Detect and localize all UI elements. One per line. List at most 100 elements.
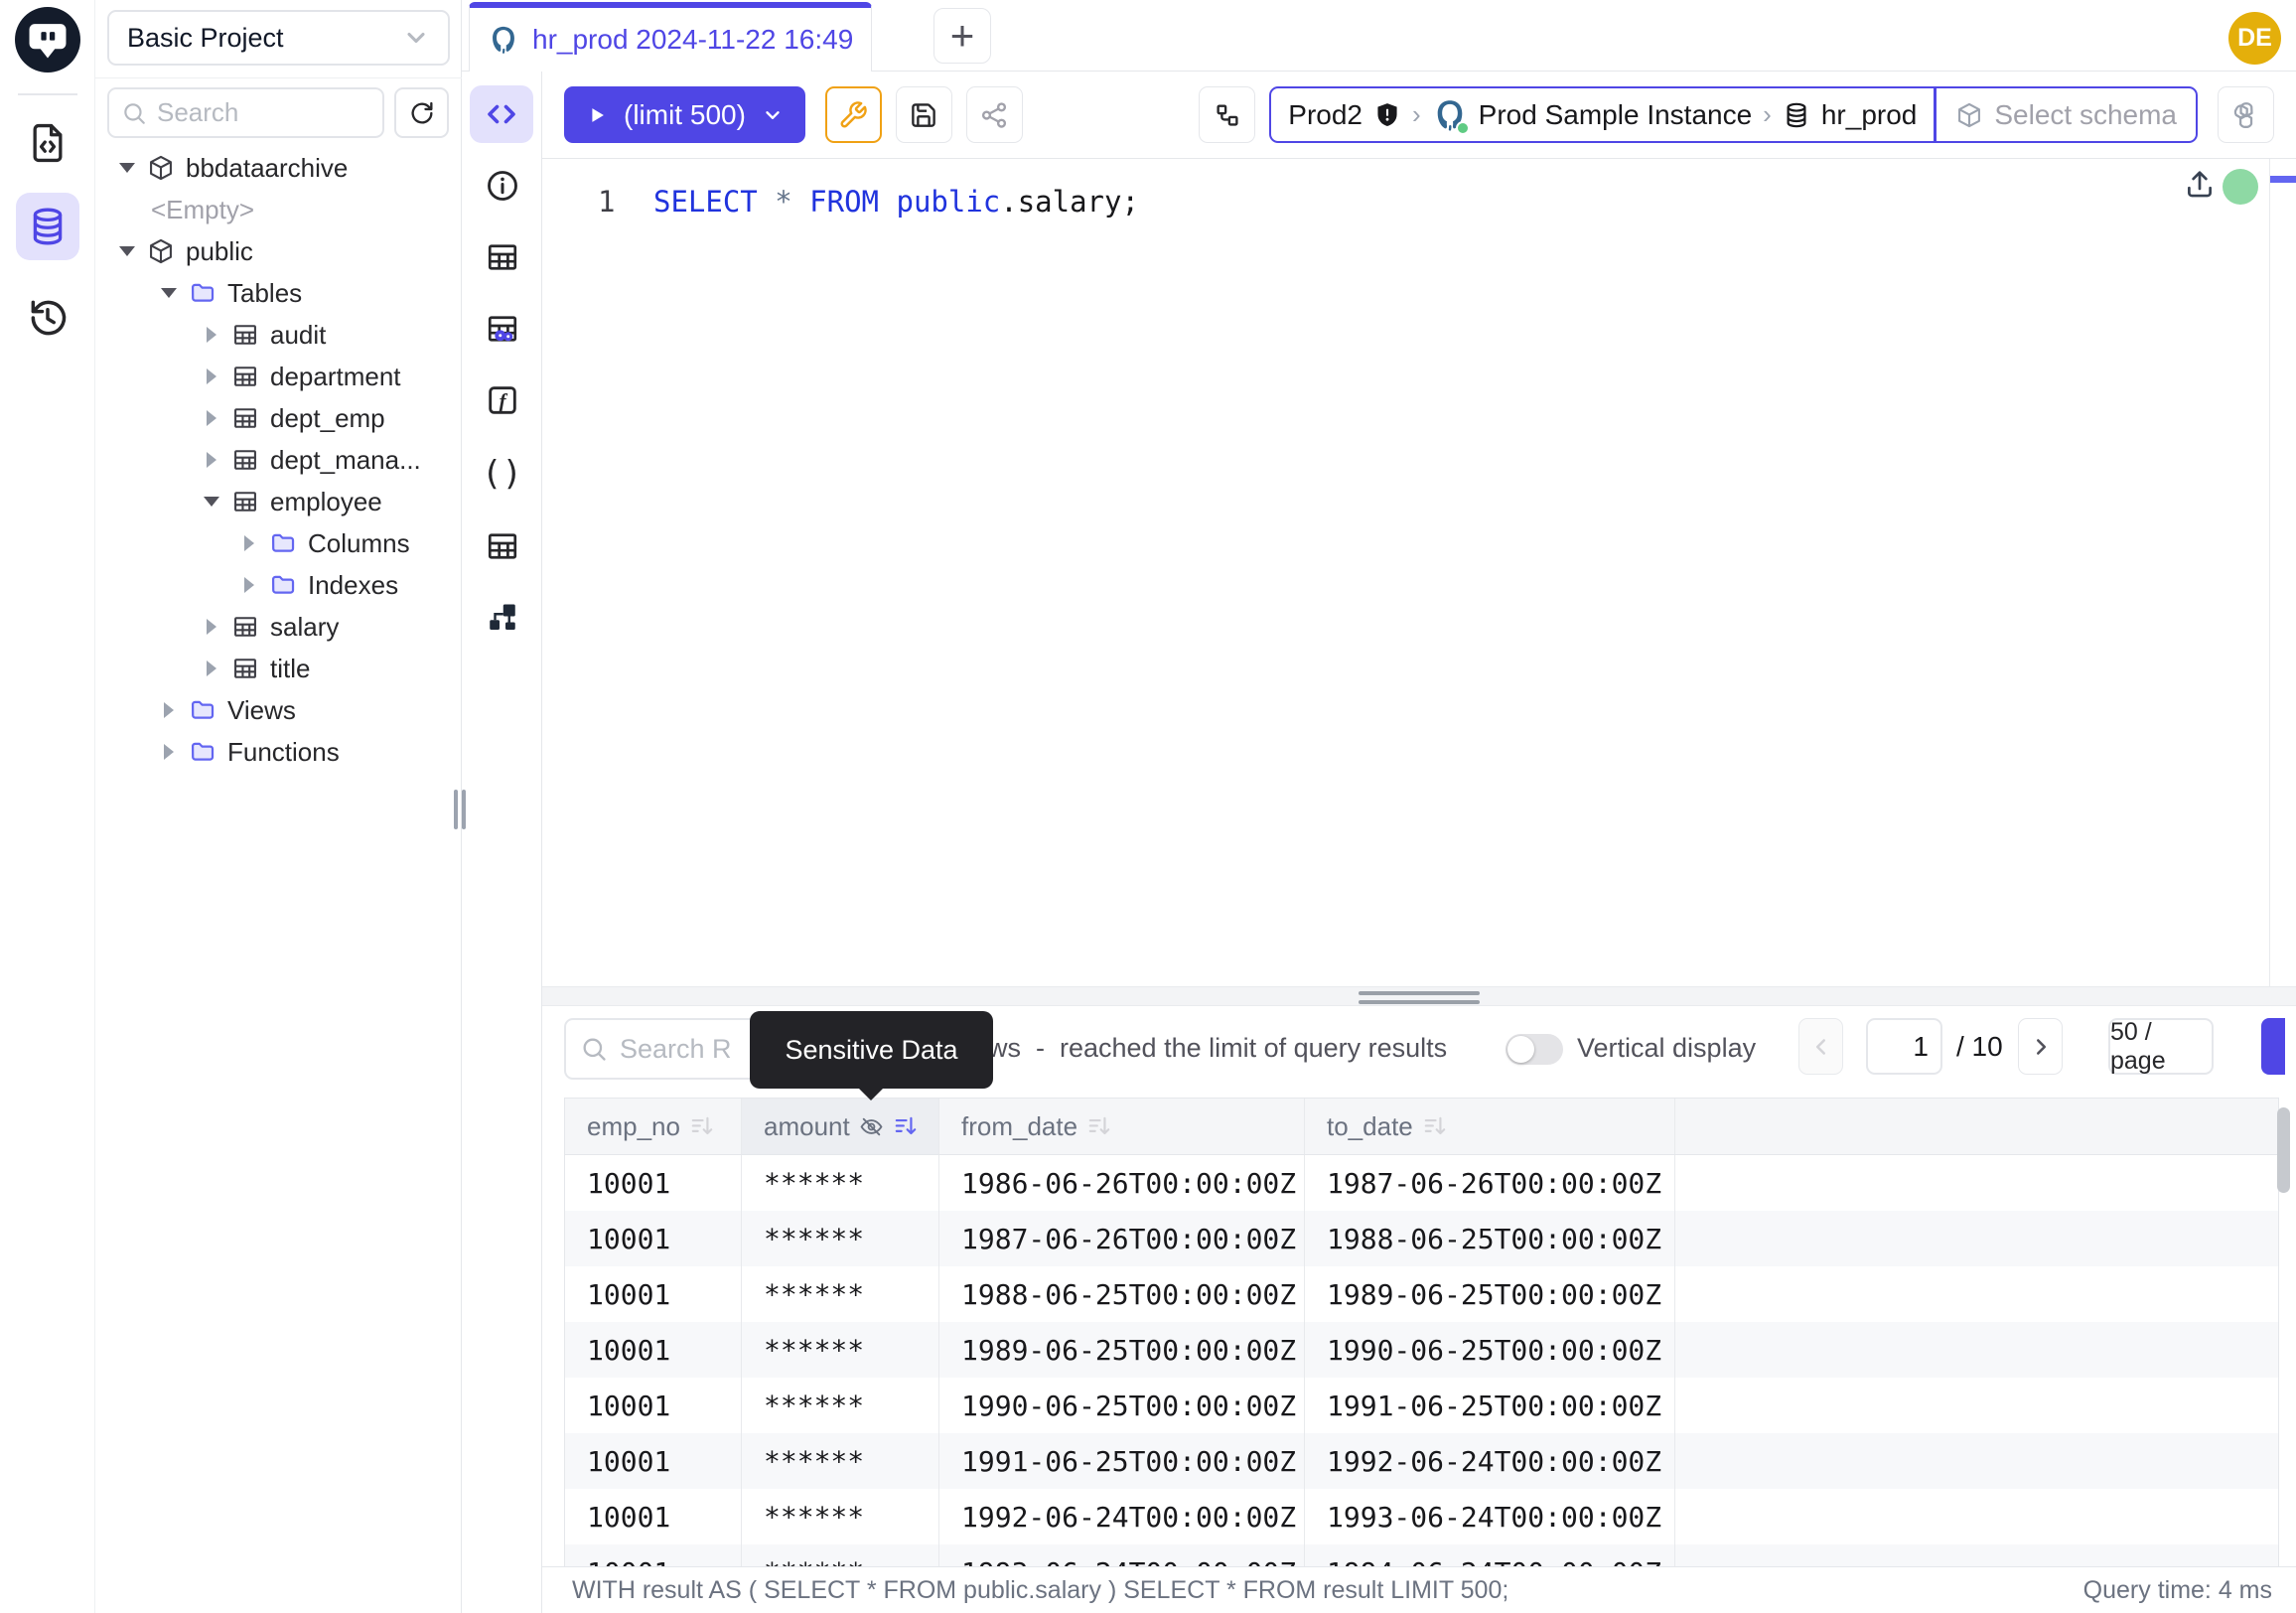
connection-scope[interactable]: Prod2 › Prod Sample Instance › hr_prod bbox=[1269, 86, 1936, 143]
schema-select-placeholder: Select schema bbox=[1994, 99, 2177, 131]
executed-query-text: WITH result AS ( SELECT * FROM public.sa… bbox=[572, 1576, 1508, 1605]
tree-item-salary[interactable]: salary bbox=[95, 606, 462, 648]
add-tab-button[interactable]: + bbox=[933, 8, 991, 64]
caret-right-icon[interactable] bbox=[239, 535, 259, 551]
table-row[interactable]: 10001 ****** 1990-06-25T00:00:00Z 1991-0… bbox=[565, 1378, 2278, 1433]
search-icon bbox=[580, 1035, 608, 1063]
info-icon bbox=[485, 168, 520, 204]
project-select[interactable]: Basic Project bbox=[107, 10, 450, 66]
ai-assistant-button[interactable] bbox=[2218, 86, 2274, 143]
caret-down-icon[interactable] bbox=[159, 288, 179, 298]
table-row[interactable]: 10001 ****** 1993-06-24T00:00:00Z 1994-0… bbox=[565, 1544, 2278, 1566]
sidebar-search-input[interactable] bbox=[157, 97, 336, 128]
caret-right-icon[interactable] bbox=[202, 327, 221, 343]
tree-item-dept-emp[interactable]: dept_emp bbox=[95, 397, 462, 439]
table-row[interactable]: 10001 ****** 1989-06-25T00:00:00Z 1990-0… bbox=[565, 1322, 2278, 1378]
table-row[interactable]: 10001 ****** 1988-06-25T00:00:00Z 1989-0… bbox=[565, 1266, 2278, 1322]
tree-item-columns[interactable]: Columns bbox=[95, 522, 462, 564]
user-avatar[interactable]: DE bbox=[2228, 12, 2281, 65]
strip-masked-data[interactable] bbox=[462, 311, 542, 347]
caret-right-icon[interactable] bbox=[159, 744, 179, 760]
sort-icon[interactable] bbox=[1086, 1113, 1112, 1139]
tree-item-views[interactable]: Views bbox=[95, 689, 462, 731]
strip-tables[interactable] bbox=[462, 239, 542, 275]
schema-select[interactable]: Select schema bbox=[1936, 86, 2198, 143]
column-header-amount[interactable]: amount bbox=[742, 1099, 939, 1154]
tree-item-public[interactable]: public bbox=[95, 230, 462, 272]
caret-right-icon[interactable] bbox=[202, 368, 221, 384]
table-grid-icon bbox=[231, 321, 259, 349]
tab-title: hr_prod 2024-11-22 16:49 bbox=[532, 24, 853, 56]
caret-right-icon[interactable] bbox=[239, 577, 259, 593]
nav-worksheet[interactable] bbox=[0, 121, 95, 165]
tree-item-department[interactable]: department bbox=[95, 356, 462, 397]
sort-icon[interactable] bbox=[893, 1113, 919, 1139]
caret-right-icon[interactable] bbox=[202, 660, 221, 676]
sql-editor[interactable]: 1 SELECT * FROM public.salary; bbox=[542, 159, 2296, 986]
column-header-emp-no[interactable]: emp_no bbox=[565, 1099, 742, 1154]
caret-right-icon[interactable] bbox=[202, 410, 221, 426]
table-scrollbar-thumb[interactable] bbox=[2277, 1107, 2290, 1193]
strip-external-tables[interactable] bbox=[462, 528, 542, 564]
caret-down-icon[interactable] bbox=[117, 246, 137, 256]
caret-right-icon[interactable] bbox=[202, 452, 221, 468]
page-number-input[interactable] bbox=[1866, 1018, 1942, 1075]
folder-icon bbox=[189, 279, 216, 307]
schema-cube-icon bbox=[147, 154, 175, 182]
share-sheet-button[interactable] bbox=[966, 86, 1023, 143]
caret-down-icon[interactable] bbox=[202, 497, 221, 507]
column-header-to-date[interactable]: to_date bbox=[1305, 1099, 1675, 1154]
strip-info[interactable] bbox=[462, 168, 542, 204]
folder-icon bbox=[269, 529, 297, 557]
sidebar-resize-handle[interactable] bbox=[454, 790, 468, 829]
code-icon bbox=[484, 96, 519, 132]
run-query-button[interactable]: (limit 500) bbox=[564, 86, 805, 143]
prev-page-button[interactable] bbox=[1798, 1018, 1843, 1075]
tab-hr-prod[interactable]: hr_prod 2024-11-22 16:49 bbox=[469, 2, 872, 72]
strip-procedures[interactable]: () bbox=[462, 454, 542, 494]
strip-schema-diagram[interactable] bbox=[462, 600, 542, 636]
bytebase-logo[interactable] bbox=[15, 7, 80, 73]
strip-code-view[interactable] bbox=[470, 85, 533, 143]
masked-table-icon bbox=[485, 311, 520, 347]
tree-item-label: department bbox=[270, 362, 401, 392]
refresh-schema-button[interactable] bbox=[394, 87, 449, 138]
tree-item-employee[interactable]: employee bbox=[95, 481, 462, 522]
page-size-select[interactable]: 50 / page bbox=[2108, 1018, 2214, 1075]
export-results-button[interactable] bbox=[2261, 1018, 2285, 1075]
tree-item-audit[interactable]: audit bbox=[95, 314, 462, 356]
tooltip-label: Sensitive Data bbox=[785, 1035, 957, 1066]
tree-item-tables[interactable]: Tables bbox=[95, 272, 462, 314]
upload-sql-button[interactable] bbox=[2183, 167, 2217, 201]
format-sql-button[interactable] bbox=[825, 86, 882, 143]
play-icon bbox=[586, 104, 608, 126]
caret-right-icon[interactable] bbox=[159, 702, 179, 718]
column-header-from-date[interactable]: from_date bbox=[939, 1099, 1305, 1154]
vertical-display-toggle[interactable] bbox=[1506, 1034, 1563, 1065]
db-cylinder-icon bbox=[1783, 101, 1810, 129]
sort-icon[interactable] bbox=[1422, 1113, 1448, 1139]
table-row[interactable]: 10001 ****** 1992-06-24T00:00:00Z 1993-0… bbox=[565, 1489, 2278, 1544]
next-page-button[interactable] bbox=[2018, 1018, 2063, 1075]
tree-item-indexes[interactable]: Indexes bbox=[95, 564, 462, 606]
tree-item-functions[interactable]: Functions bbox=[95, 731, 462, 773]
caret-right-icon[interactable] bbox=[202, 619, 221, 635]
table-row[interactable]: 10001 ****** 1987-06-26T00:00:00Z 1988-0… bbox=[565, 1211, 2278, 1266]
editor-scrollbar[interactable] bbox=[2269, 159, 2296, 986]
table-row[interactable]: 10001 ****** 1991-06-25T00:00:00Z 1992-0… bbox=[565, 1433, 2278, 1489]
nav-history[interactable] bbox=[0, 296, 95, 340]
sidebar-search[interactable] bbox=[107, 87, 384, 138]
save-sheet-button[interactable] bbox=[896, 86, 952, 143]
postgres-icon bbox=[488, 24, 519, 56]
tree-item-bbdataarchive[interactable]: bbdataarchive bbox=[95, 147, 462, 189]
table-row[interactable]: 10001 ****** 1986-06-26T00:00:00Z 1987-0… bbox=[565, 1155, 2278, 1211]
tree-item-dept-manager[interactable]: dept_mana... bbox=[95, 439, 462, 481]
tree-item-title[interactable]: title bbox=[95, 648, 462, 689]
panel-splitter[interactable] bbox=[542, 986, 2296, 1006]
main-area: hr_prod 2024-11-22 16:49 + DE () bbox=[462, 0, 2296, 1613]
strip-functions[interactable] bbox=[462, 382, 542, 418]
nav-database[interactable] bbox=[16, 193, 79, 260]
caret-down-icon[interactable] bbox=[117, 163, 137, 173]
connection-button[interactable] bbox=[1199, 86, 1255, 143]
sort-icon[interactable] bbox=[689, 1113, 715, 1139]
